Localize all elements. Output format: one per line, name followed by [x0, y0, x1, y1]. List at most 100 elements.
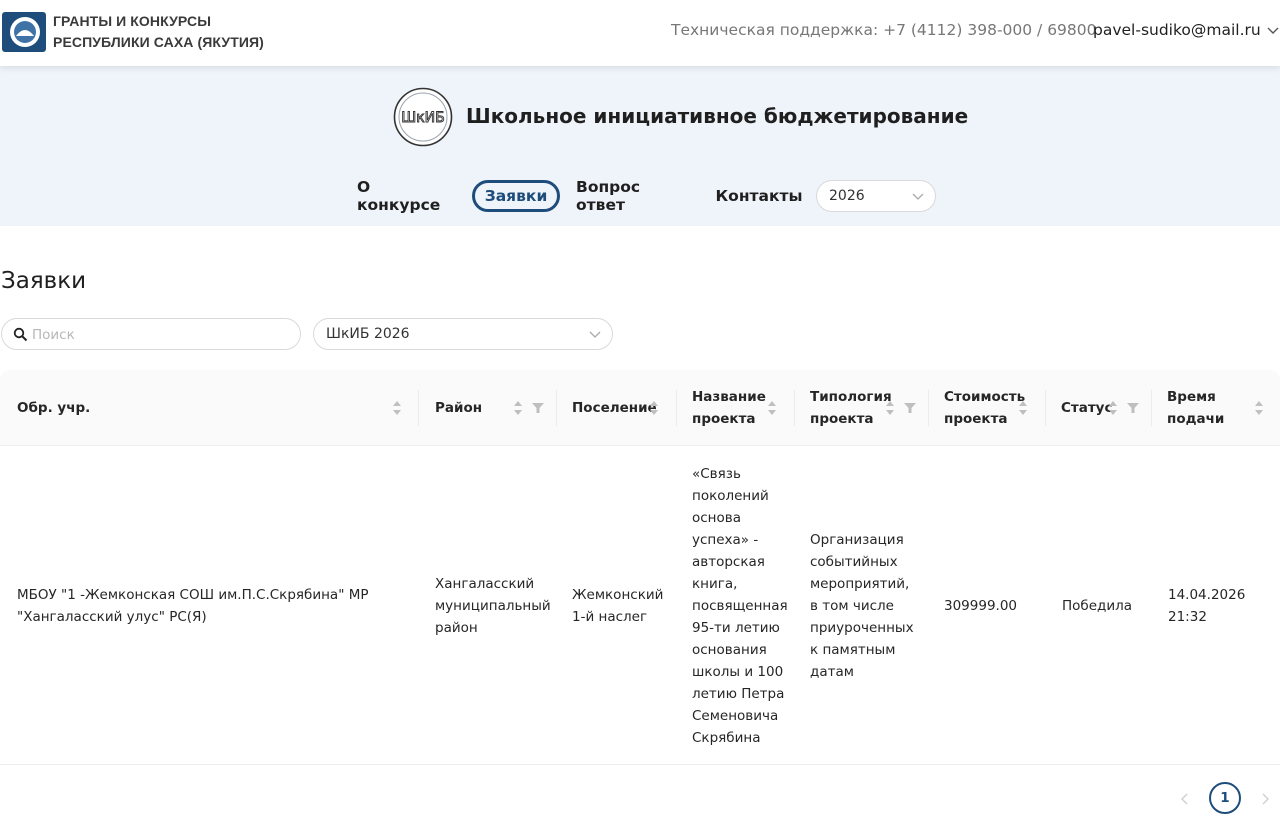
pagination-current-page[interactable]: 1	[1209, 782, 1241, 814]
column-header-label: Стоимость проекта	[944, 386, 1025, 430]
chevron-right-icon[interactable]	[1259, 792, 1271, 806]
tab-about[interactable]: О конкурсе	[357, 178, 457, 214]
cell-line: Жемконский	[572, 587, 664, 603]
table-header: Обр. учр. Район Поселение Название проек…	[0, 370, 1280, 446]
support-contact: Техническая поддержка: +7 (4112) 398-000…	[671, 21, 1097, 39]
sort-icon[interactable]	[1108, 400, 1118, 416]
column-header-line: Типология	[810, 389, 892, 405]
sort-icon[interactable]	[513, 400, 523, 416]
column-header-status[interactable]: Статус	[1045, 370, 1151, 446]
sort-icon[interactable]	[885, 400, 895, 416]
search-icon	[13, 327, 28, 342]
column-header-org[interactable]: Обр. учр.	[0, 370, 418, 446]
contest-logo-text: ШкИБ	[401, 110, 445, 126]
column-header-submitted[interactable]: Время подачи	[1151, 370, 1280, 446]
sort-icon[interactable]	[1254, 400, 1264, 416]
column-header-label: Время подачи	[1167, 386, 1224, 430]
contest-select[interactable]: ШкИБ 2026	[313, 318, 613, 350]
cell-line: 95-ти летию	[692, 620, 780, 636]
table-row[interactable]: МБОУ "1 -Жемконская СОШ им.П.С.Скрябина"…	[0, 447, 1280, 765]
column-header-project[interactable]: Название проекта	[676, 370, 794, 446]
cell-line: поколений	[692, 488, 769, 504]
yakutia-emblem-icon[interactable]	[2, 12, 46, 52]
brand-line-2: РЕСПУБЛИКИ САХА (ЯКУТИЯ)	[53, 34, 264, 50]
column-header-settlement[interactable]: Поселение	[556, 370, 676, 446]
user-menu[interactable]: pavel-sudiko@mail.ru	[1093, 21, 1261, 39]
cell-district: Хангаласский муниципальный район	[435, 573, 551, 639]
filter-icon[interactable]	[1127, 402, 1139, 414]
cell-typology: Организация событийных мероприятий, в то…	[810, 529, 914, 683]
cell-line: к памятным	[810, 642, 896, 658]
column-header-line: Время	[1167, 389, 1216, 405]
cell-org[interactable]: МБОУ "1 -Жемконская СОШ им.П.С.Скрябина"…	[17, 584, 369, 628]
cell-line: событийных	[810, 554, 898, 570]
contest-title: Школьное инициативное бюджетирование	[466, 104, 969, 128]
cell-line: муниципальный	[435, 598, 551, 614]
column-header-district[interactable]: Район	[418, 370, 556, 446]
cell-line: Семеновича	[692, 708, 779, 724]
cell-line: Организация	[810, 532, 904, 548]
column-header-line: проекта	[692, 411, 756, 427]
chevron-down-icon	[589, 331, 601, 338]
cell-line: успеха» -	[692, 532, 759, 548]
column-header-label: Район	[435, 400, 483, 416]
tab-applications[interactable]: Заявки	[472, 180, 560, 212]
chevron-down-icon	[912, 193, 924, 200]
filter-icon[interactable]	[904, 402, 916, 414]
column-header-label: Название проекта	[692, 386, 766, 430]
chevron-down-icon[interactable]	[1267, 26, 1279, 36]
page-title: Заявки	[1, 268, 87, 294]
cell-line: основа	[692, 510, 741, 526]
sort-icon[interactable]	[1018, 400, 1028, 416]
column-header-line: проекта	[944, 411, 1008, 427]
year-select[interactable]: 2026	[816, 180, 936, 212]
site-brand[interactable]: ГРАНТЫ И КОНКУРСЫ РЕСПУБЛИКИ САХА (ЯКУТИ…	[53, 11, 264, 53]
cell-line: школы и 100	[692, 664, 784, 680]
cell-line: Скрябина	[692, 730, 761, 746]
cell-line: в том числе	[810, 598, 894, 614]
cell-line: посвященная	[692, 598, 788, 614]
cell-submitted: 14.04.2026 21:32	[1168, 584, 1245, 628]
sort-icon[interactable]	[649, 400, 659, 416]
cell-line: "Хангаласский улус" РС(Я)	[17, 609, 207, 625]
search-box[interactable]	[1, 318, 301, 350]
cell-project: «Связь поколений основа успеха» - авторс…	[692, 463, 788, 749]
cell-settlement: Жемконский 1-й наслег	[572, 584, 663, 628]
tab-contacts[interactable]: Контакты	[716, 180, 803, 212]
contest-select-value: ШкИБ 2026	[326, 326, 410, 342]
column-header-line: Название	[692, 389, 766, 405]
contest-logo: ШкИБ	[393, 87, 453, 147]
sort-icon[interactable]	[767, 400, 777, 416]
cell-line: 14.04.2026	[1168, 587, 1246, 603]
filter-icon[interactable]	[532, 402, 544, 414]
cell-line: летию Петра	[692, 686, 785, 702]
column-header-typology[interactable]: Типология проекта	[794, 370, 928, 446]
cell-line: Хангаласский	[435, 576, 535, 592]
column-header-cost[interactable]: Стоимость проекта	[928, 370, 1045, 446]
cell-cost: 309999.00	[944, 598, 1018, 614]
column-header-label: Типология проекта	[810, 386, 892, 430]
tab-faq[interactable]: Вопрос ответ	[576, 178, 690, 214]
column-header-label: Обр. учр.	[17, 400, 91, 416]
column-header-line: Стоимость	[944, 389, 1026, 405]
cell-line: датам	[810, 664, 854, 680]
column-header-label: Статус	[1061, 400, 1113, 416]
cell-line: книга,	[692, 576, 738, 592]
year-value: 2026	[829, 188, 865, 204]
column-header-line: подачи	[1167, 411, 1225, 427]
column-header-label: Поселение	[572, 400, 657, 416]
brand-line-1: ГРАНТЫ И КОНКУРСЫ	[53, 13, 212, 29]
chevron-left-icon[interactable]	[1179, 792, 1191, 806]
sort-icon[interactable]	[392, 400, 402, 416]
cell-line: авторская	[692, 554, 765, 570]
cell-line: «Связь	[692, 466, 741, 482]
cell-line: основания	[692, 642, 767, 658]
cell-line: 1-й наслег	[572, 609, 648, 625]
cell-line: МБОУ "1 -Жемконская СОШ им.П.С.Скрябина"…	[17, 587, 369, 603]
cell-line: 21:32	[1168, 609, 1207, 625]
search-input[interactable]	[32, 323, 292, 347]
cell-line: район	[435, 620, 478, 636]
cell-line: мероприятий,	[810, 576, 910, 592]
top-header: ГРАНТЫ И КОНКУРСЫ РЕСПУБЛИКИ САХА (ЯКУТИ…	[0, 0, 1280, 66]
cell-line: приуроченных	[810, 620, 914, 636]
